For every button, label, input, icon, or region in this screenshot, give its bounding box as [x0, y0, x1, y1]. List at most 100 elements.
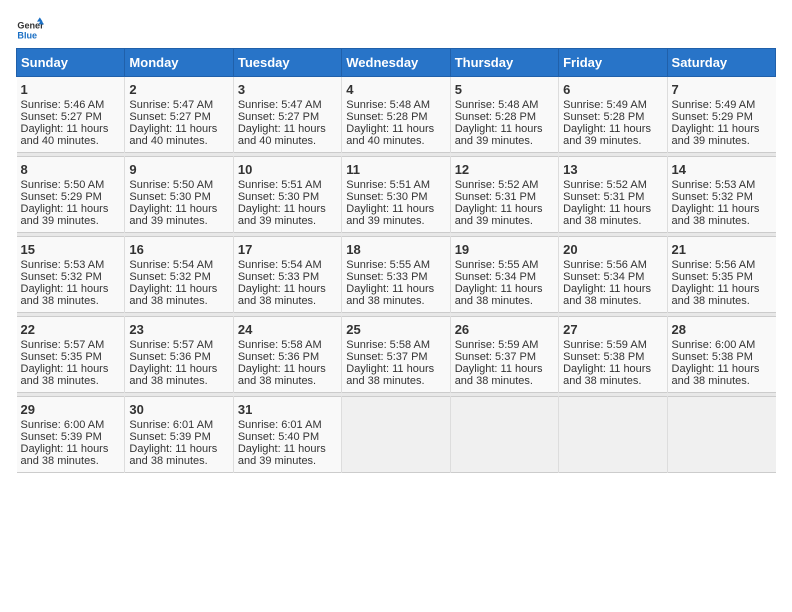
calendar-week-row: 29 Sunrise: 6:00 AMSunset: 5:39 PMDayligh… [17, 397, 776, 473]
calendar-cell: 17 Sunrise: 5:54 AMSunset: 5:33 PMDayligh… [233, 237, 341, 313]
calendar-cell: 4Sunrise: 5:48 AMSunset: 5:28 PMDaylight… [342, 77, 450, 153]
day-number: 11 [346, 162, 445, 177]
day-number: 30 [129, 402, 228, 417]
cell-info: Sunrise: 5:55 AMSunset: 5:33 PMDaylight:… [346, 259, 445, 307]
calendar-cell [559, 397, 667, 473]
calendar-cell [667, 397, 775, 473]
day-number: 29 [21, 402, 121, 417]
day-number: 18 [346, 242, 445, 257]
calendar-cell [342, 397, 450, 473]
day-number: 28 [672, 322, 772, 337]
column-header-tuesday: Tuesday [233, 49, 341, 77]
column-header-wednesday: Wednesday [342, 49, 450, 77]
calendar-cell: 26 Sunrise: 5:59 AMSunset: 5:37 PMDayligh… [450, 317, 558, 393]
calendar-table: SundayMondayTuesdayWednesdayThursdayFrid… [16, 48, 776, 473]
cell-info: Sunrise: 5:57 AMSunset: 5:36 PMDaylight:… [129, 339, 228, 387]
calendar-cell: 1Sunrise: 5:46 AMSunset: 5:27 PMDaylight… [17, 77, 125, 153]
calendar-cell: 18 Sunrise: 5:55 AMSunset: 5:33 PMDayligh… [342, 237, 450, 313]
day-number: 5 [455, 82, 554, 97]
cell-info: Sunrise: 5:58 AMSunset: 5:37 PMDaylight:… [346, 339, 445, 387]
calendar-cell: 30Sunrise: 6:01 AMSunset: 5:39 PMDayligh… [125, 397, 233, 473]
day-number: 19 [455, 242, 554, 257]
calendar-cell: 21Sunrise: 5:56 AMSunset: 5:35 PMDayligh… [667, 237, 775, 313]
cell-info: Sunrise: 5:56 AMSunset: 5:35 PMDaylight:… [672, 259, 772, 307]
day-number: 23 [129, 322, 228, 337]
calendar-cell: 10 Sunrise: 5:51 AMSunset: 5:30 PMDayligh… [233, 157, 341, 233]
calendar-cell: 8Sunrise: 5:50 AMSunset: 5:29 PMDaylight… [17, 157, 125, 233]
calendar-cell: 31 Sunrise: 6:01 AMSunset: 5:40 PMDayligh… [233, 397, 341, 473]
calendar-cell [450, 397, 558, 473]
day-number: 22 [21, 322, 121, 337]
calendar-cell: 16 Sunrise: 5:54 AMSunset: 5:32 PMDayligh… [125, 237, 233, 313]
cell-info: Sunrise: 5:51 AMSunset: 5:30 PMDaylight:… [346, 179, 445, 227]
day-number: 31 [238, 402, 337, 417]
cell-info: Sunrise: 6:00 AMSunset: 5:39 PMDaylight:… [21, 419, 121, 467]
cell-info: Sunrise: 5:47 AMSunset: 5:27 PMDaylight:… [238, 99, 337, 147]
cell-info: Sunrise: 5:54 AMSunset: 5:32 PMDaylight:… [129, 259, 228, 307]
calendar-cell: 2Sunrise: 5:47 AMSunset: 5:27 PMDaylight… [125, 77, 233, 153]
cell-info: Sunrise: 5:49 AMSunset: 5:28 PMDaylight:… [563, 99, 662, 147]
cell-info: Sunrise: 5:51 AMSunset: 5:30 PMDaylight:… [238, 179, 337, 227]
cell-info: Sunrise: 5:59 AMSunset: 5:37 PMDaylight:… [455, 339, 554, 387]
day-number: 12 [455, 162, 554, 177]
calendar-cell: 7 Sunrise: 5:49 AMSunset: 5:29 PMDaylight… [667, 77, 775, 153]
day-number: 7 [672, 82, 772, 97]
calendar-cell: 11 Sunrise: 5:51 AMSunset: 5:30 PMDayligh… [342, 157, 450, 233]
day-number: 9 [129, 162, 228, 177]
calendar-cell: 12 Sunrise: 5:52 AMSunset: 5:31 PMDayligh… [450, 157, 558, 233]
calendar-cell: 15 Sunrise: 5:53 AMSunset: 5:32 PMDayligh… [17, 237, 125, 313]
cell-info: Sunrise: 5:57 AMSunset: 5:35 PMDaylight:… [21, 339, 121, 387]
cell-info: Sunrise: 5:46 AMSunset: 5:27 PMDaylight:… [21, 99, 121, 147]
cell-info: Sunrise: 5:53 AMSunset: 5:32 PMDaylight:… [672, 179, 772, 227]
calendar-cell: 22 Sunrise: 5:57 AMSunset: 5:35 PMDayligh… [17, 317, 125, 393]
calendar-cell: 6 Sunrise: 5:49 AMSunset: 5:28 PMDaylight… [559, 77, 667, 153]
day-number: 6 [563, 82, 662, 97]
cell-info: Sunrise: 5:49 AMSunset: 5:29 PMDaylight:… [672, 99, 772, 147]
day-number: 17 [238, 242, 337, 257]
calendar-cell: 20Sunrise: 5:56 AMSunset: 5:34 PMDayligh… [559, 237, 667, 313]
day-number: 25 [346, 322, 445, 337]
column-header-sunday: Sunday [17, 49, 125, 77]
day-number: 13 [563, 162, 662, 177]
calendar-cell: 23 Sunrise: 5:57 AMSunset: 5:36 PMDayligh… [125, 317, 233, 393]
calendar-cell: 13Sunrise: 5:52 AMSunset: 5:31 PMDayligh… [559, 157, 667, 233]
svg-text:Blue: Blue [17, 30, 37, 40]
column-header-saturday: Saturday [667, 49, 775, 77]
cell-info: Sunrise: 6:01 AMSunset: 5:40 PMDaylight:… [238, 419, 337, 467]
cell-info: Sunrise: 5:53 AMSunset: 5:32 PMDaylight:… [21, 259, 121, 307]
calendar-cell: 29 Sunrise: 6:00 AMSunset: 5:39 PMDayligh… [17, 397, 125, 473]
day-number: 4 [346, 82, 445, 97]
cell-info: Sunrise: 5:54 AMSunset: 5:33 PMDaylight:… [238, 259, 337, 307]
column-header-thursday: Thursday [450, 49, 558, 77]
calendar-week-row: 22 Sunrise: 5:57 AMSunset: 5:35 PMDayligh… [17, 317, 776, 393]
day-number: 3 [238, 82, 337, 97]
calendar-cell: 5Sunrise: 5:48 AMSunset: 5:28 PMDaylight… [450, 77, 558, 153]
calendar-week-row: 15 Sunrise: 5:53 AMSunset: 5:32 PMDayligh… [17, 237, 776, 313]
cell-info: Sunrise: 5:55 AMSunset: 5:34 PMDaylight:… [455, 259, 554, 307]
day-number: 15 [21, 242, 121, 257]
day-number: 26 [455, 322, 554, 337]
cell-info: Sunrise: 5:58 AMSunset: 5:36 PMDaylight:… [238, 339, 337, 387]
calendar-cell: 24 Sunrise: 5:58 AMSunset: 5:36 PMDayligh… [233, 317, 341, 393]
day-number: 14 [672, 162, 772, 177]
cell-info: Sunrise: 5:59 AMSunset: 5:38 PMDaylight:… [563, 339, 662, 387]
calendar-cell: 25 Sunrise: 5:58 AMSunset: 5:37 PMDayligh… [342, 317, 450, 393]
day-number: 27 [563, 322, 662, 337]
column-header-monday: Monday [125, 49, 233, 77]
cell-info: Sunrise: 5:52 AMSunset: 5:31 PMDaylight:… [455, 179, 554, 227]
calendar-cell: 28 Sunrise: 6:00 AMSunset: 5:38 PMDayligh… [667, 317, 775, 393]
calendar-cell: 19 Sunrise: 5:55 AMSunset: 5:34 PMDayligh… [450, 237, 558, 313]
day-number: 16 [129, 242, 228, 257]
calendar-header: SundayMondayTuesdayWednesdayThursdayFrid… [17, 49, 776, 77]
logo: General Blue [16, 16, 44, 44]
day-number: 10 [238, 162, 337, 177]
calendar-week-row: 1Sunrise: 5:46 AMSunset: 5:27 PMDaylight… [17, 77, 776, 153]
calendar-cell: 14 Sunrise: 5:53 AMSunset: 5:32 PMDayligh… [667, 157, 775, 233]
calendar-cell: 3 Sunrise: 5:47 AMSunset: 5:27 PMDaylight… [233, 77, 341, 153]
calendar-cell: 9Sunrise: 5:50 AMSunset: 5:30 PMDaylight… [125, 157, 233, 233]
cell-info: Sunrise: 6:00 AMSunset: 5:38 PMDaylight:… [672, 339, 772, 387]
cell-info: Sunrise: 5:56 AMSunset: 5:34 PMDaylight:… [563, 259, 662, 307]
day-number: 2 [129, 82, 228, 97]
calendar-cell: 27 Sunrise: 5:59 AMSunset: 5:38 PMDayligh… [559, 317, 667, 393]
day-number: 24 [238, 322, 337, 337]
